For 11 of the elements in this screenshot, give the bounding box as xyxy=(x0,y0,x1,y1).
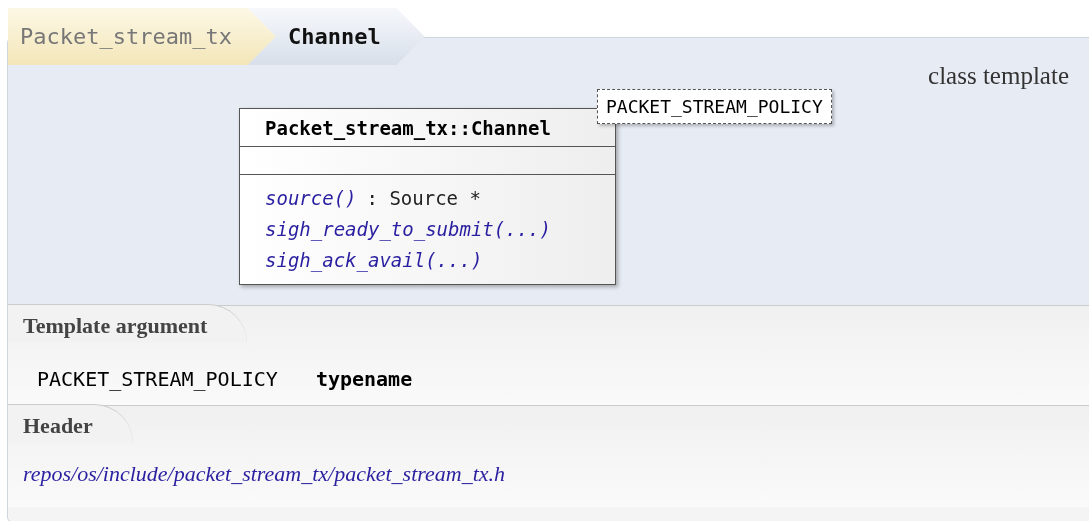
section-heading: Template argument xyxy=(8,304,248,343)
member-link[interactable]: source() xyxy=(265,187,357,209)
argument-name: PACKET_STREAM_POLICY xyxy=(37,367,278,391)
member-link[interactable]: sigh_ready_to_submit(...) xyxy=(265,218,551,240)
member-type: : Source * xyxy=(366,187,481,209)
header-link[interactable]: repos/os/include/packet_stream_tx/packet_stream_tx.h xyxy=(23,461,506,486)
member-link[interactable]: sigh_ack_avail(...) xyxy=(265,249,483,271)
kind-label: class template xyxy=(928,62,1069,90)
section-heading: Header xyxy=(8,404,133,443)
argument-type: typename xyxy=(315,367,413,391)
breadcrumb-item[interactable]: Packet_stream_tx xyxy=(8,8,276,65)
